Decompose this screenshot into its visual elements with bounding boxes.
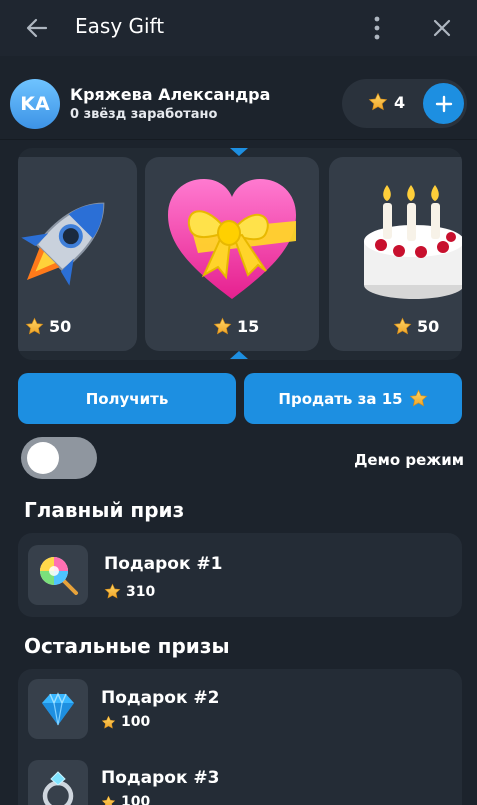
diamond-icon [42,692,74,726]
back-arrow-icon[interactable] [24,15,50,41]
carousel-card[interactable]: 50 [18,157,137,351]
lollipop-icon [40,557,78,595]
stars-earned-text: 0 звёзд заработано [70,107,218,122]
prize-price: 310 [104,583,155,600]
carousel-card-selected[interactable]: 15 [145,157,319,351]
card-price: 50 [393,317,439,336]
carousel-card[interactable]: 50 [329,157,462,351]
heart-gift-icon [168,179,296,299]
other-prizes-heading: Остальные призы [24,634,230,658]
ring-icon [42,771,74,805]
prize-item[interactable]: Подарок #1 310 [18,537,462,611]
prize-item[interactable]: Подарок #3 100 [18,752,462,805]
card-price: 50 [25,317,71,336]
balance-count: 4 [394,93,406,112]
prize-price: 100 [101,794,150,805]
demo-mode-toggle[interactable] [21,437,97,479]
sell-button[interactable]: Продать за 15 [244,373,462,424]
prize-name: Подарок #2 [101,688,220,708]
prize-price: 100 [101,714,150,730]
top-bar: Easy Gift [0,0,477,56]
card-price: 15 [213,317,259,336]
star-icon [213,317,232,336]
main-prize-heading: Главный приз [24,498,185,522]
close-icon[interactable] [430,16,454,40]
app-title: Easy Gift [75,14,165,38]
plus-icon [435,95,452,112]
balance-pill: 4 [342,79,467,128]
demo-mode-label: Демо режим [354,451,464,469]
selection-indicator-bottom [230,351,248,359]
avatar: KA [10,79,60,129]
receive-button[interactable]: Получить [18,373,236,424]
star-icon [104,583,121,600]
prize-thumbnail [28,679,88,739]
star-icon [409,389,428,408]
user-bar: KA Кряжева Александра 0 звёзд заработано… [0,70,477,138]
toggle-knob [27,442,59,474]
other-prizes-list: Подарок #2 100 Подарок #3 100 [18,669,462,805]
prize-item[interactable]: Подарок #2 100 [18,671,462,745]
prize-thumbnail [28,760,88,805]
cake-icon [364,185,462,299]
star-icon [101,715,116,730]
gift-carousel[interactable]: 50 15 50 [18,148,462,360]
main-prize-card: Подарок #1 310 [18,533,462,617]
star-icon [368,92,388,112]
more-vertical-icon[interactable] [366,14,388,42]
rocket-icon [21,202,105,286]
divider [0,139,477,140]
prize-name: Подарок #1 [104,554,223,574]
prize-name: Подарок #3 [101,768,220,788]
star-icon [101,795,116,805]
star-icon [25,317,44,336]
add-stars-button[interactable] [423,83,464,124]
selection-indicator-top [230,148,248,156]
star-icon [393,317,412,336]
prize-thumbnail [28,545,88,605]
user-name: Кряжева Александра [70,85,271,104]
